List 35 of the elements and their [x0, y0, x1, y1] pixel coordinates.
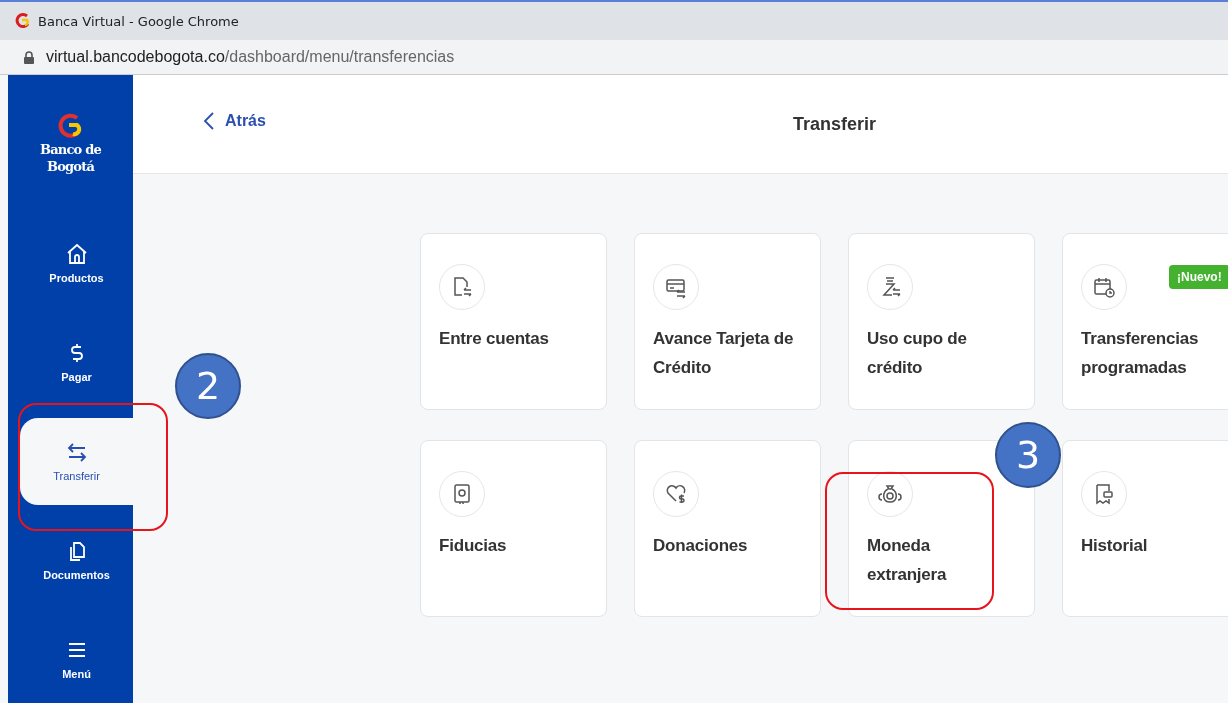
option-card[interactable]: Fiducias — [420, 440, 607, 617]
url-text: virtual.bancodebogota.co/dashboard/menu/transferencias — [46, 48, 455, 66]
page-title: Transferir — [791, 113, 876, 135]
sidebar-item[interactable]: Menú — [20, 616, 133, 703]
option-card[interactable]: ¡Nuevo! Transferencias programadas — [1062, 233, 1228, 410]
option-label: Moneda extranjera — [867, 535, 948, 586]
option-card[interactable]: Avance Tarjeta de Crédito — [634, 233, 821, 410]
option-label: Uso cupo de crédito — [867, 328, 968, 379]
back-label: Atrás — [225, 112, 266, 130]
option-card[interactable]: Historial — [1062, 440, 1228, 617]
bank-name: Banco de Bogotá — [40, 141, 101, 175]
option-label: Historial — [1081, 535, 1148, 557]
sidebar-label: Productos — [49, 272, 104, 285]
sidebar-label: Documentos — [43, 569, 110, 582]
new-badge: ¡Nuevo! — [1169, 265, 1228, 289]
option-label: Avance Tarjeta de Crédito — [653, 328, 795, 379]
sidebar-item[interactable]: Pagar — [20, 318, 133, 406]
step-number: 2 — [175, 353, 241, 419]
option-label: Entre cuentas — [439, 328, 549, 350]
sidebar-item[interactable]: Documentos — [20, 516, 133, 604]
sidebar-label: Menú — [62, 668, 91, 681]
option-card[interactable]: Uso cupo de crédito — [848, 233, 1035, 410]
option-card[interactable]: Entre cuentas — [420, 233, 607, 410]
window-title: Banca Virtual - Google Chrome — [38, 13, 239, 29]
option-label: Transferencias programadas — [1081, 328, 1200, 379]
option-label: Donaciones — [653, 535, 748, 557]
step-number: 3 — [995, 422, 1061, 488]
back-link[interactable]: Atrás — [203, 111, 266, 131]
address-bar[interactable]: virtual.bancodebogota.co/dashboard/menu/transferencias — [0, 40, 1228, 75]
sidebar-item[interactable]: Transferir — [20, 417, 133, 505]
sidebar-label: Pagar — [61, 371, 92, 384]
option-label: Fiducias — [439, 535, 507, 557]
option-card[interactable]: Donaciones — [634, 440, 821, 617]
sidebar-item[interactable]: Productos — [20, 219, 133, 307]
sidebar-label: Transferir — [53, 470, 100, 483]
